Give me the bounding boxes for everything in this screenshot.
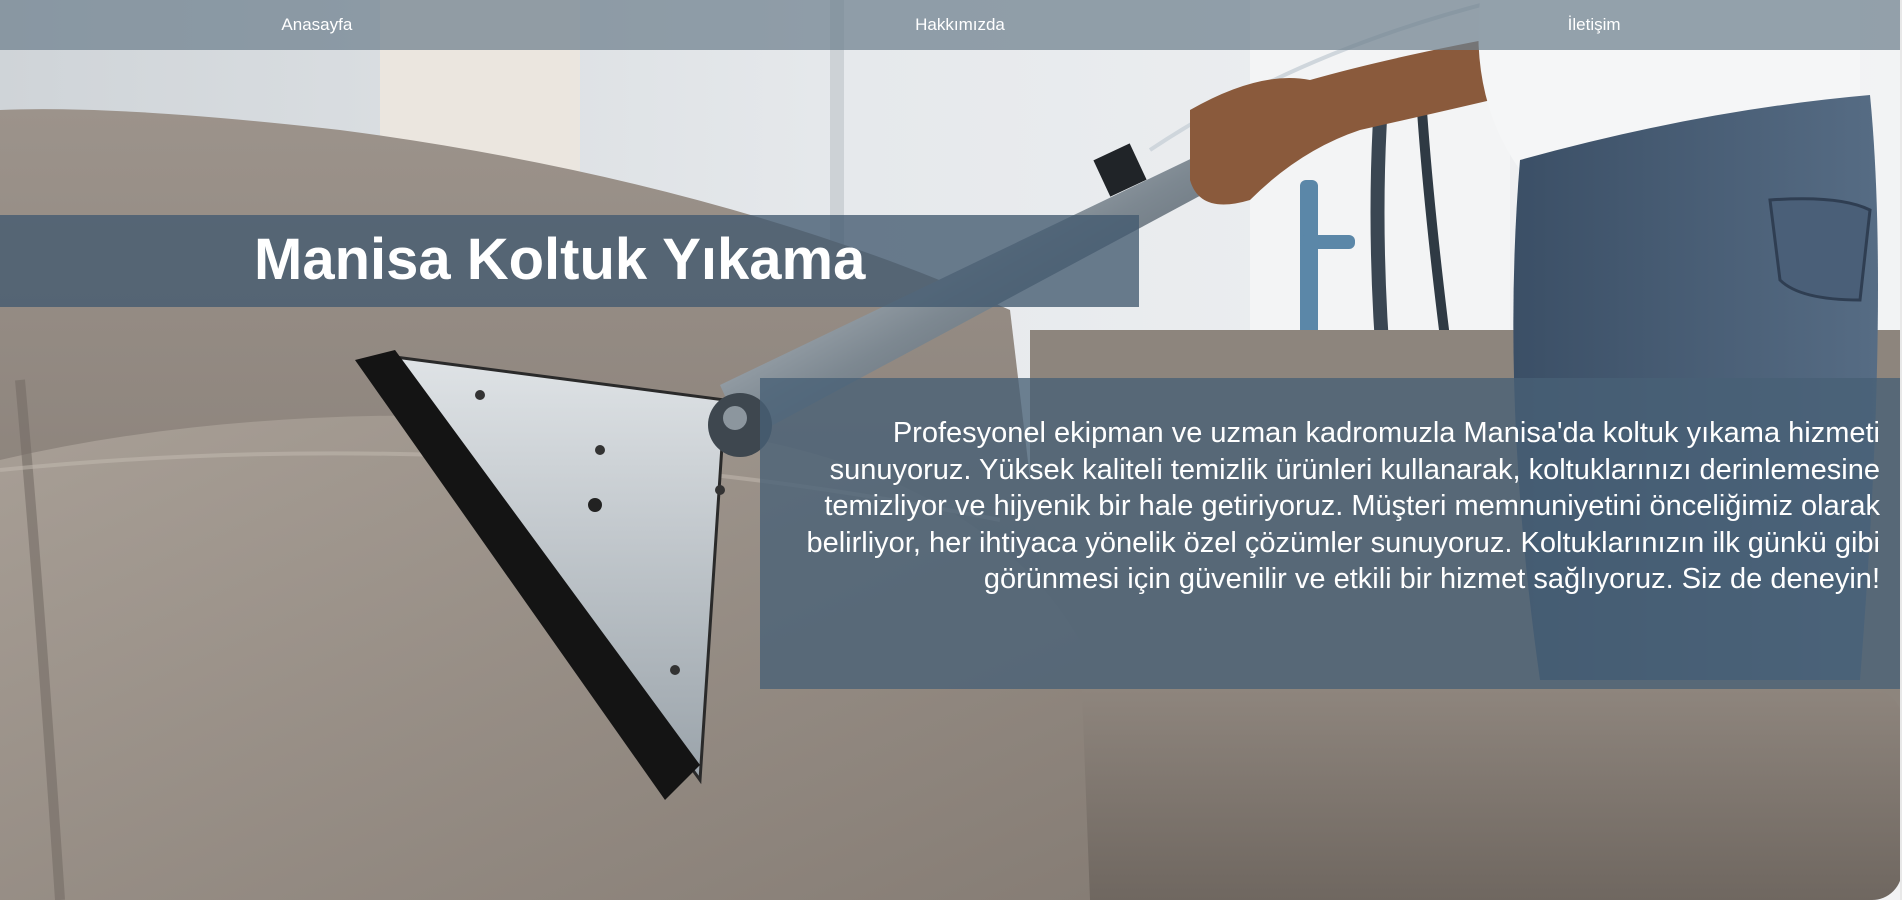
page-title: Manisa Koltuk Yıkama [254,227,866,292]
nav-link-contact[interactable]: İletişim [1568,15,1621,35]
nav-link-home[interactable]: Anasayfa [281,15,352,35]
service-description: Profesyonel ekipman ve uzman kadromuzla … [806,417,1880,595]
description-panel: Profesyonel ekipman ve uzman kadromuzla … [760,378,1902,689]
top-navigation: Anasayfa Hakkımızda İletişim [0,0,1902,50]
page: Anasayfa Hakkımızda İletişim Manisa Kolt… [0,0,1902,900]
nav-link-about[interactable]: Hakkımızda [915,15,1005,35]
title-banner: Manisa Koltuk Yıkama [0,215,1139,307]
